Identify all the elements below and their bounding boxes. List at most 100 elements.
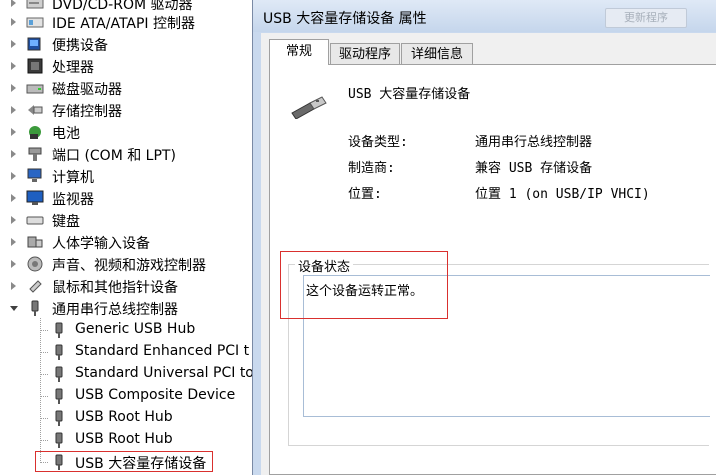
- device-type-label: 设备类型:: [348, 135, 408, 150]
- tree-item-label: Standard Enhanced PCI t: [75, 343, 250, 359]
- processor-icon: [27, 58, 43, 74]
- tree-item-label: USB Composite Device: [75, 387, 236, 403]
- expand-arrow-icon[interactable]: [11, 128, 16, 136]
- sound-icon: [27, 256, 43, 272]
- background-window-tab: 更新程序: [605, 8, 687, 28]
- usb-device-icon: [55, 344, 63, 360]
- tree-item-label: Standard Universal PCI to: [75, 365, 254, 381]
- usb-device-icon: [55, 388, 63, 404]
- expand-arrow-icon[interactable]: [11, 238, 16, 246]
- expand-arrow-icon[interactable]: [11, 18, 16, 26]
- tree-item-label: 存储控制器: [52, 104, 122, 120]
- monitor-icon: [26, 190, 44, 205]
- tree-item-computer[interactable]: 计算机: [0, 165, 260, 187]
- hid-icon: [27, 236, 43, 248]
- location-label: 位置:: [348, 187, 382, 202]
- tree-connector: [40, 418, 48, 419]
- expand-arrow-icon[interactable]: [11, 282, 16, 290]
- dialog-title: USB 大容量存储设备 属性: [263, 11, 427, 27]
- tree-item-usb-child[interactable]: USB Root Hub: [0, 407, 260, 429]
- expand-arrow-icon[interactable]: [11, 172, 16, 180]
- computer-icon: [27, 168, 42, 182]
- tree-item-disk[interactable]: 磁盘驱动器: [0, 77, 260, 99]
- manufacturer-value: 兼容 USB 存储设备: [475, 161, 593, 176]
- portable-device-icon: [27, 37, 41, 51]
- expand-arrow-icon[interactable]: [11, 194, 16, 202]
- tree-item-label: 磁盘驱动器: [52, 82, 122, 98]
- usb-device-icon: [55, 366, 63, 382]
- expand-arrow-icon[interactable]: [11, 62, 16, 70]
- status-highlight-box: [280, 251, 448, 319]
- tree-item-battery[interactable]: 电池: [0, 121, 260, 143]
- keyboard-icon: [26, 216, 44, 225]
- tree-item-storage[interactable]: 存储控制器: [0, 99, 260, 121]
- tree-item-monitor[interactable]: 监视器: [0, 187, 260, 209]
- tree-item-usb-child[interactable]: Generic USB Hub: [0, 319, 260, 341]
- tree-item-label: 声音、视频和游戏控制器: [52, 258, 206, 274]
- tree-item-port[interactable]: 端口 (COM 和 LPT): [0, 143, 260, 165]
- expand-arrow-icon[interactable]: [11, 106, 16, 114]
- collapse-arrow-icon[interactable]: [10, 306, 18, 311]
- properties-dialog: USB 大容量存储设备 属性 更新程序 常规 驱动程序 详细信息 USB 大容量…: [252, 0, 716, 475]
- tree-item-label: 电池: [52, 126, 80, 142]
- tree-item-processor[interactable]: 处理器: [0, 55, 260, 77]
- usb-device-icon: [55, 432, 63, 448]
- tree-connector: [40, 352, 48, 353]
- tree-item-usb-child[interactable]: USB Composite Device: [0, 385, 260, 407]
- tree-item-label: 便携设备: [52, 38, 108, 54]
- tree-item-label: 计算机: [52, 170, 94, 186]
- tree-item-label: Generic USB Hub: [75, 321, 196, 337]
- tree-item-usb-child[interactable]: USB Root Hub: [0, 429, 260, 451]
- tree-connector: [40, 396, 48, 397]
- tree-item-label: 端口 (COM 和 LPT): [52, 148, 176, 164]
- device-name: USB 大容量存储设备: [348, 87, 471, 102]
- tree-item-hid[interactable]: 人体学输入设备: [0, 231, 260, 253]
- device-tree: DVD/CD-ROM 驱动器 IDE ATA/ATAPI 控制器 便携设备 处理…: [0, 0, 260, 475]
- usb-icon: [31, 300, 39, 316]
- tree-item-label: 键盘: [52, 214, 80, 230]
- tree-connector: [40, 440, 48, 441]
- tree-item-label: 通用串行总线控制器: [52, 302, 178, 318]
- tree-item-label: 处理器: [52, 60, 94, 76]
- tab-general[interactable]: 常规: [269, 39, 329, 65]
- disk-drive-icon: [26, 84, 44, 94]
- tree-item-portable[interactable]: 便携设备: [0, 33, 260, 55]
- expand-arrow-icon[interactable]: [11, 84, 16, 92]
- tree-item-usb-controllers[interactable]: 通用串行总线控制器: [0, 297, 260, 319]
- tree-item-usb-child[interactable]: Standard Universal PCI to: [0, 363, 260, 385]
- tree-item-label: 人体学输入设备: [52, 236, 150, 252]
- tab-details[interactable]: 详细信息: [401, 43, 473, 65]
- storage-controller-icon: [28, 105, 43, 115]
- tree-item-label: USB Root Hub: [75, 431, 173, 447]
- tree-item-label: 监视器: [52, 192, 94, 208]
- dialog-body: 常规 驱动程序 详细信息 USB 大容量存储设备 设备类型: 通用串行总线控制器…: [261, 33, 716, 475]
- tree-item-label: USB Root Hub: [75, 409, 173, 425]
- general-tab-panel: USB 大容量存储设备 设备类型: 通用串行总线控制器 制造商: 兼容 USB …: [269, 64, 716, 475]
- selection-highlight-box: [35, 451, 213, 472]
- tree-item-sound[interactable]: 声音、视频和游戏控制器: [0, 253, 260, 275]
- tree-item-ide[interactable]: IDE ATA/ATAPI 控制器: [0, 11, 260, 33]
- tab-driver[interactable]: 驱动程序: [330, 43, 400, 65]
- tree-item-usb-child[interactable]: Standard Enhanced PCI t: [0, 341, 260, 363]
- device-type-value: 通用串行总线控制器: [475, 135, 593, 150]
- tree-item-mouse[interactable]: 鼠标和其他指针设备: [0, 275, 260, 297]
- expand-arrow-icon[interactable]: [11, 0, 16, 7]
- tree-connector: [40, 330, 48, 331]
- usb-device-icon: [55, 322, 63, 338]
- tree-item-label: 鼠标和其他指针设备: [52, 280, 178, 296]
- usb-plug-icon: [291, 96, 327, 119]
- expand-arrow-icon[interactable]: [11, 150, 16, 158]
- usb-device-icon: [55, 410, 63, 426]
- tree-item-label: IDE ATA/ATAPI 控制器: [52, 16, 196, 32]
- port-icon: [28, 147, 42, 161]
- battery-icon: [29, 126, 41, 139]
- ide-controller-icon: [26, 17, 44, 28]
- manufacturer-label: 制造商:: [348, 161, 395, 176]
- tree-item-keyboard[interactable]: 键盘: [0, 209, 260, 231]
- expand-arrow-icon[interactable]: [11, 216, 16, 224]
- tree-connector: [40, 374, 48, 375]
- mouse-icon: [29, 280, 42, 293]
- expand-arrow-icon[interactable]: [11, 260, 16, 268]
- dialog-titlebar[interactable]: USB 大容量存储设备 属性 更新程序: [253, 0, 716, 32]
- expand-arrow-icon[interactable]: [11, 40, 16, 48]
